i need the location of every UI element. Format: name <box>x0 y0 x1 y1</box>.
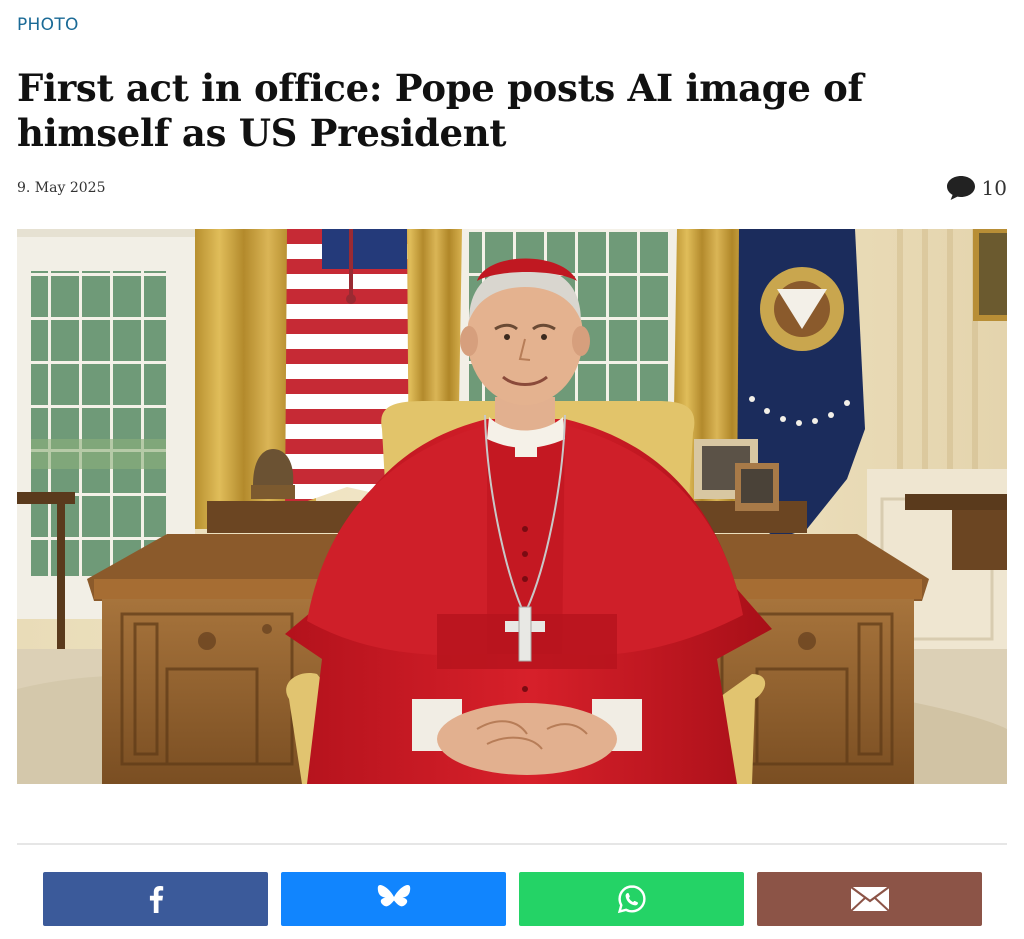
share-email-button[interactable] <box>757 872 982 926</box>
comment-bubble-icon <box>946 175 976 201</box>
whatsapp-icon <box>617 884 647 914</box>
article-headline: First act in office: Pope posts AI image… <box>17 66 864 155</box>
envelope-icon <box>849 886 890 912</box>
article-photo <box>17 229 1007 784</box>
share-facebook-button[interactable] <box>43 872 268 926</box>
category-label[interactable]: PHOTO <box>17 15 79 35</box>
comment-count: 10 <box>981 176 1007 200</box>
share-bluesky-button[interactable] <box>281 872 506 926</box>
bluesky-butterfly-icon <box>377 884 411 914</box>
share-divider <box>17 843 1007 845</box>
facebook-icon <box>148 885 164 913</box>
comments-link[interactable]: 10 <box>946 175 1007 201</box>
publish-date: 9. May 2025 <box>17 180 106 196</box>
share-whatsapp-button[interactable] <box>519 872 744 926</box>
